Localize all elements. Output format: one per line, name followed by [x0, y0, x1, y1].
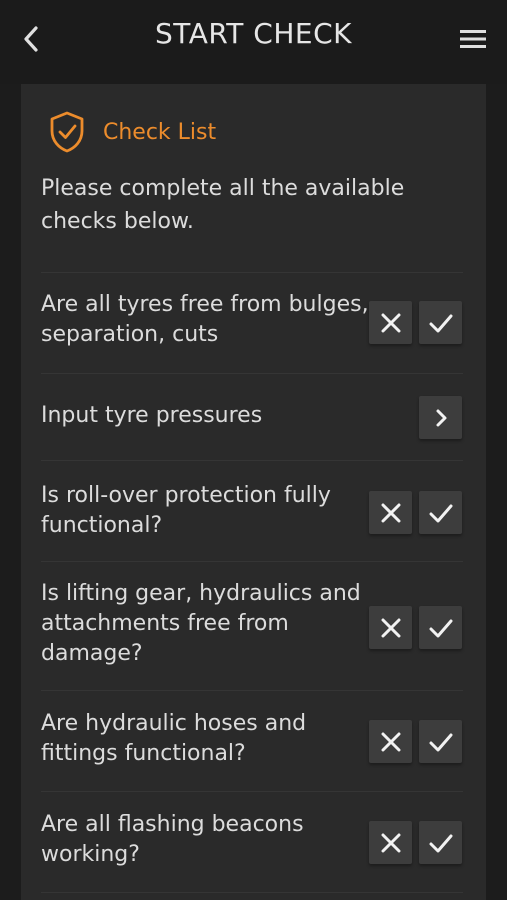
list-item: Are all flashing beacons working? [41, 791, 463, 893]
page-title: START CHECK [155, 17, 352, 50]
list-item: Is lifting gear, hydraulics and attachme… [41, 561, 463, 691]
check-question: Are all flashing beacons working? [41, 812, 304, 867]
divider [41, 892, 463, 893]
card-header: Check List [47, 110, 216, 154]
list-item: Are hydraulic hoses and fittings functio… [41, 690, 463, 792]
check-question: Are all tyres free from bulges, separati… [41, 292, 369, 347]
chevron-right-icon [436, 409, 446, 426]
check-question: Is roll-over protection fully functional… [41, 483, 331, 538]
app-header: START CHECK [0, 0, 507, 84]
list-item: Is roll-over protection fully functional… [41, 460, 463, 562]
reject-button[interactable] [369, 491, 412, 534]
reject-button[interactable] [369, 606, 412, 649]
reject-button[interactable] [369, 821, 412, 864]
x-icon [381, 503, 400, 522]
accept-button[interactable] [419, 491, 462, 534]
check-icon [429, 619, 452, 637]
intro-text: Please complete all the available checks… [41, 176, 405, 234]
shield-check-icon [50, 111, 84, 153]
list-item[interactable]: Input tyre pressures [41, 373, 463, 461]
check-question: Is lifting gear, hydraulics and attachme… [41, 581, 361, 666]
reject-button[interactable] [369, 301, 412, 344]
checklist-card: Check List Please complete all the avail… [21, 84, 486, 900]
check-icon [429, 314, 452, 332]
open-tyre-pressures-button[interactable] [419, 396, 462, 439]
hamburger-menu-icon [460, 30, 486, 48]
x-icon [381, 313, 400, 332]
accept-button[interactable] [419, 301, 462, 344]
x-icon [381, 618, 400, 637]
accept-button[interactable] [419, 606, 462, 649]
reject-button[interactable] [369, 720, 412, 763]
list-item: Are all tyres free from bulges, separati… [41, 272, 463, 374]
check-question: Input tyre pressures [41, 403, 263, 428]
check-question: Are hydraulic hoses and fittings functio… [41, 711, 307, 766]
check-icon [429, 834, 452, 852]
check-icon [429, 504, 452, 522]
accept-button[interactable] [419, 720, 462, 763]
card-title: Check List [103, 119, 217, 145]
accept-button[interactable] [419, 821, 462, 864]
x-icon [381, 732, 400, 751]
check-icon [429, 733, 452, 751]
x-icon [381, 833, 400, 852]
menu-button[interactable] [457, 24, 489, 54]
